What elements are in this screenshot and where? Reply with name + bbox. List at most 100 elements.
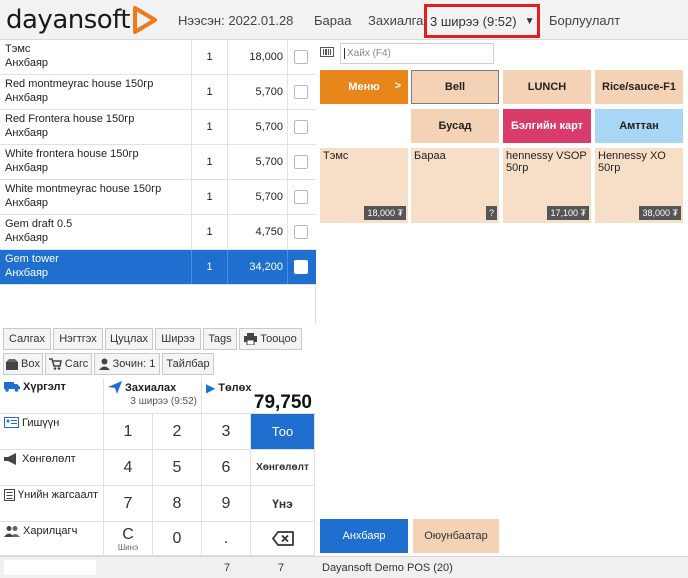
list-icon: [4, 489, 15, 501]
pay-button[interactable]: ▶ Төлөх 79,750: [202, 378, 316, 414]
note-button[interactable]: Тайлбар: [162, 353, 214, 375]
clear-key[interactable]: C Шинэ: [104, 522, 153, 556]
nav-sales[interactable]: Борлуулалт: [549, 13, 620, 28]
item-waiter: Анхбаяр: [5, 92, 49, 104]
nav-order[interactable]: Захиалга: [368, 13, 423, 28]
qty-button[interactable]: Тоо: [251, 414, 315, 450]
item-checkbox[interactable]: [294, 225, 308, 239]
order-row-selected[interactable]: Gem tower Анхбаяр 1 34,200: [0, 250, 316, 285]
category-bell[interactable]: Bell: [411, 70, 499, 104]
item-checkbox[interactable]: [294, 85, 308, 99]
logo: dayansoft: [6, 4, 158, 36]
order-row[interactable]: Red Frontera house 150гр Анхбаяр 1 5,700: [0, 110, 316, 145]
product-tile[interactable]: Hennessy XO 50гр 38,000 ₮: [595, 148, 683, 223]
user-icon: [98, 358, 110, 370]
category-gift-card[interactable]: Бэлгийн карт: [503, 109, 591, 143]
product-price: 17,100 ₮: [547, 206, 589, 220]
key-2[interactable]: 2: [153, 414, 202, 450]
product-price: 18,000 ₮: [364, 206, 406, 220]
send-icon: [108, 381, 122, 394]
product-tile[interactable]: hennessy VSOP 50гр 17,100 ₮: [503, 148, 591, 223]
product-tile[interactable]: Бараа ?: [411, 148, 499, 223]
key-0[interactable]: 0: [153, 522, 202, 556]
item-checkbox[interactable]: [294, 120, 308, 134]
order-row[interactable]: White montmeyrac house 150гр Анхбаяр 1 5,…: [0, 180, 316, 215]
item-checkbox[interactable]: [294, 50, 308, 64]
price-key-button[interactable]: Үнэ: [251, 486, 315, 522]
price-list-button[interactable]: Үнийн жагсаалт: [0, 486, 104, 522]
qty-count: 7: [278, 562, 285, 574]
promotion-button[interactable]: Хөнгөлөлт: [0, 450, 104, 486]
discount-key-button[interactable]: Хөнгөлөлт: [251, 450, 315, 486]
nav-goods[interactable]: Бараа: [314, 13, 351, 28]
key-6[interactable]: 6: [202, 450, 251, 486]
megaphone-icon: [4, 453, 16, 465]
customer-button[interactable]: Харилцагч: [0, 522, 104, 556]
item-name: White frontera house 150гр: [5, 148, 139, 160]
order-list: Тэмс Анхбаяр 1 18,000 Red montmeyrac hous…: [0, 40, 316, 324]
item-name: Тэмс: [5, 43, 31, 55]
logo-play-icon: [133, 6, 158, 34]
cancel-button[interactable]: Цуцлах: [105, 328, 153, 350]
order-row[interactable]: Тэмс Анхбаяр 1 18,000: [0, 40, 316, 75]
order-total: 79,750: [253, 392, 312, 413]
logo-text: dayansoft: [6, 5, 131, 35]
product-name: Тэмс: [323, 150, 349, 162]
item-waiter: Анхбаяр: [5, 57, 49, 69]
send-order-button[interactable]: Захиалах 3 ширээ (9:52): [104, 378, 202, 414]
search-input[interactable]: Хайх (F4): [340, 43, 494, 64]
member-button[interactable]: Гишүүн: [0, 414, 104, 450]
key-7[interactable]: 7: [104, 486, 153, 522]
item-checkbox[interactable]: [294, 155, 308, 169]
play-icon: ▶: [206, 381, 216, 395]
item-qty[interactable]: 1: [192, 40, 228, 74]
product-name: Бараа: [414, 150, 446, 162]
category-menu[interactable]: Меню >: [320, 70, 408, 104]
item-checkbox[interactable]: [294, 260, 308, 274]
product-tile[interactable]: Тэмс 18,000 ₮: [320, 148, 408, 223]
table-button[interactable]: Ширээ: [155, 328, 201, 350]
item-checkbox[interactable]: [294, 190, 308, 204]
key-4[interactable]: 4: [104, 450, 153, 486]
barcode-icon[interactable]: [320, 47, 334, 57]
waiter-button-active[interactable]: Анхбаяр: [320, 519, 408, 553]
key-5[interactable]: 5: [153, 450, 202, 486]
item-price: 5,700: [228, 110, 288, 144]
print-bill-button[interactable]: Тооцоо: [239, 328, 302, 350]
item-qty[interactable]: 1: [192, 250, 228, 284]
status-field[interactable]: [4, 560, 96, 575]
app-name: Dayansoft Demo POS (20): [322, 562, 453, 574]
backspace-key[interactable]: [251, 522, 315, 556]
split-button[interactable]: Салгах: [3, 328, 51, 350]
category-other[interactable]: Бусад: [411, 109, 499, 143]
category-lunch[interactable]: LUNCH: [503, 70, 591, 104]
key-dot[interactable]: .: [202, 522, 251, 556]
item-price: 5,700: [228, 145, 288, 179]
item-qty[interactable]: 1: [192, 75, 228, 109]
key-1[interactable]: 1: [104, 414, 153, 450]
box-button[interactable]: Box: [3, 353, 43, 375]
item-name: Gem tower: [5, 253, 59, 265]
item-price: 5,700: [228, 180, 288, 214]
waiter-button[interactable]: Оюунбаатар: [413, 519, 499, 553]
item-qty[interactable]: 1: [192, 180, 228, 214]
item-price: 18,000: [228, 40, 288, 74]
item-qty[interactable]: 1: [192, 215, 228, 249]
delivery-button[interactable]: Хүргэлт: [0, 378, 104, 414]
key-8[interactable]: 8: [153, 486, 202, 522]
table-select[interactable]: 3 ширээ (9:52) ▼: [424, 4, 540, 38]
merge-button[interactable]: Нэгтгэх: [53, 328, 103, 350]
tags-button[interactable]: Tags: [203, 328, 237, 350]
item-qty[interactable]: 1: [192, 110, 228, 144]
id-card-icon: [4, 417, 19, 428]
key-9[interactable]: 9: [202, 486, 251, 522]
key-3[interactable]: 3: [202, 414, 251, 450]
order-row[interactable]: White frontera house 150гр Анхбаяр 1 5,70…: [0, 145, 316, 180]
category-dessert[interactable]: Амттан: [595, 109, 683, 143]
guests-button[interactable]: Зочин: 1: [94, 353, 160, 375]
order-row[interactable]: Gem draft 0.5 Анхбаяр 1 4,750: [0, 215, 316, 250]
cart-button[interactable]: Сагс: [45, 353, 92, 375]
item-qty[interactable]: 1: [192, 145, 228, 179]
category-rice-sauce[interactable]: Rice/sauce-F1: [595, 70, 683, 104]
order-row[interactable]: Red montmeyrac house 150гр Анхбаяр 1 5,70…: [0, 75, 316, 110]
